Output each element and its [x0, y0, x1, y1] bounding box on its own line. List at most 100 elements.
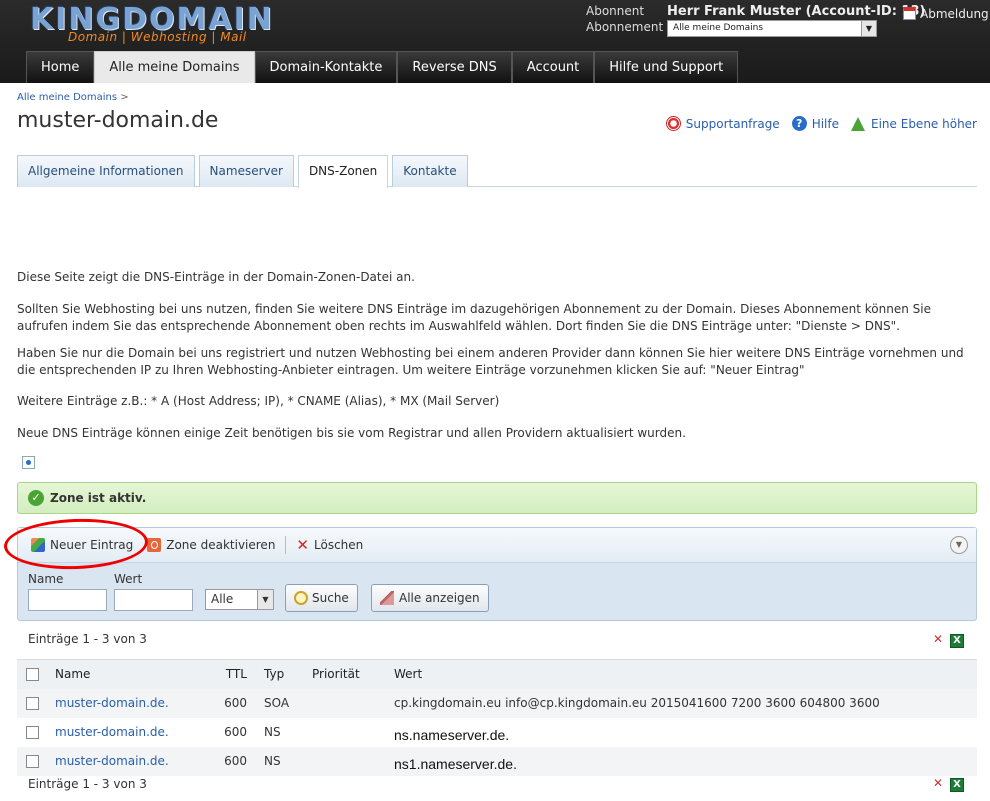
- info-paragraph: Sollten Sie Webhosting bei uns nutzen, f…: [17, 302, 931, 333]
- logout-icon: [903, 7, 916, 20]
- record-value: ns1.nameserver.de.: [394, 756, 517, 772]
- tab-allgemeine-informationen[interactable]: Allgemeine Informationen: [17, 155, 195, 187]
- search-icon: [294, 591, 308, 605]
- support-label: Supportanfrage: [685, 116, 780, 131]
- entries-count-bottom: Einträge 1 - 3 von 3: [28, 777, 147, 791]
- record-type: NS: [264, 725, 281, 739]
- record-ttl: 600: [224, 696, 247, 710]
- main-nav: Home Alle meine Domains Domain-Kontakte …: [26, 51, 739, 83]
- dns-records-table: Name TTL Typ Priorität Wert muster-domai…: [17, 659, 977, 776]
- abonnent-label: Abonnent: [586, 4, 645, 18]
- breadcrumb-link[interactable]: Alle meine Domains: [17, 92, 117, 103]
- row-checkbox[interactable]: [26, 755, 39, 768]
- row-checkbox[interactable]: [26, 697, 39, 710]
- table-header-row: Name TTL Typ Priorität Wert: [17, 659, 977, 689]
- column-header-ttl[interactable]: TTL: [212, 660, 247, 689]
- wert-filter-input[interactable]: [114, 589, 193, 611]
- nav-reverse-dns[interactable]: Reverse DNS: [397, 51, 512, 83]
- record-value: cp.kingdomain.eu info@cp.kingdomain.eu 2…: [394, 696, 880, 710]
- wert-filter-label: Wert: [114, 572, 143, 586]
- info-paragraph: Weitere Einträge z.B.: * A (Host Address…: [17, 394, 500, 408]
- record-name-link[interactable]: muster-domain.de.: [55, 747, 169, 776]
- logout-link[interactable]: Abmeldung: [903, 7, 989, 21]
- excel-export-icon[interactable]: X: [950, 778, 964, 792]
- dns-toolbar: Neuer Eintrag Zone deaktivieren ✕ Lösche…: [18, 528, 976, 563]
- abonnement-label: Abonnement: [586, 20, 664, 34]
- help-label: Hilfe: [811, 116, 840, 131]
- deactivate-zone-button[interactable]: Zone deaktivieren: [143, 533, 279, 557]
- record-type: SOA: [264, 696, 290, 710]
- header-bar: KINGDOMAIN Domain | Webhosting | Mail Ab…: [0, 0, 990, 83]
- column-header-prioritaet[interactable]: Priorität: [312, 660, 360, 689]
- help-icon: ?: [791, 116, 807, 131]
- table-tools-bottom: ✕ X: [933, 777, 964, 792]
- nav-home[interactable]: Home: [26, 51, 95, 83]
- top-actions: Supportanfrage ? Hilfe Eine Ebene höher: [665, 116, 977, 131]
- delete-label: Löschen: [314, 538, 364, 552]
- abonnement-select[interactable]: Alle meine Domains ▼: [667, 20, 877, 37]
- help-link[interactable]: ? Hilfe: [791, 116, 840, 131]
- tab-kontakte[interactable]: Kontakte: [392, 155, 468, 187]
- arrow-up-icon: [851, 116, 866, 131]
- close-icon: ✕: [296, 536, 309, 554]
- settings-tools-icon[interactable]: ✕: [933, 633, 944, 645]
- toolbar-divider: [285, 536, 287, 554]
- select-all-checkbox[interactable]: [26, 668, 39, 681]
- broom-icon: [380, 591, 394, 605]
- tab-nameserver[interactable]: Nameserver: [198, 155, 294, 187]
- nav-account[interactable]: Account: [511, 51, 595, 83]
- type-filter-select[interactable]: Alle ▼: [205, 589, 274, 610]
- info-paragraph: Haben Sie nur die Domain bei uns registr…: [17, 346, 964, 377]
- info-paragraph: Neue DNS Einträge können einige Zeit ben…: [17, 426, 686, 440]
- deactivate-zone-label: Zone deaktivieren: [166, 538, 276, 552]
- level-up-label: Eine Ebene höher: [871, 116, 977, 131]
- column-header-name[interactable]: Name: [55, 660, 90, 689]
- tab-dns-zonen[interactable]: DNS-Zonen: [297, 155, 389, 188]
- name-filter-label: Name: [28, 572, 64, 586]
- chevron-down-icon: ▼: [861, 21, 876, 36]
- search-button[interactable]: Suche: [285, 584, 358, 612]
- page-title: muster-domain.de: [17, 108, 219, 133]
- nav-domain-kontakte[interactable]: Domain-Kontakte: [254, 51, 398, 83]
- record-ttl: 600: [224, 725, 247, 739]
- row-checkbox[interactable]: [26, 726, 39, 739]
- account-user: Herr Frank Muster (Account-ID: 13): [667, 4, 926, 19]
- table-row: muster-domain.de. 600 NS ns1.nameserver.…: [17, 747, 977, 776]
- nav-alle-meine-domains[interactable]: Alle meine Domains: [94, 51, 255, 83]
- zone-status-bar: ✓ Zone ist aktiv.: [17, 482, 977, 514]
- zone-status-text: Zone ist aktiv.: [50, 491, 147, 505]
- search-label: Suche: [312, 591, 349, 605]
- checkmark-icon: ✓: [28, 490, 44, 506]
- edit-zone-icon[interactable]: [22, 456, 35, 469]
- table-row: muster-domain.de. 600 NS ns.nameserver.d…: [17, 718, 977, 747]
- table-row: muster-domain.de. 600 SOA cp.kingdomain.…: [17, 689, 977, 718]
- breadcrumb-separator: >: [120, 92, 129, 103]
- record-name-link[interactable]: muster-domain.de.: [55, 718, 169, 747]
- entries-count-top: Einträge 1 - 3 von 3: [28, 632, 147, 646]
- name-filter-input[interactable]: [28, 589, 107, 611]
- logo-tagline: Domain | Webhosting | Mail: [68, 30, 247, 44]
- abonnement-select-value: Alle meine Domains: [673, 23, 764, 33]
- info-paragraph: Diese Seite zeigt die DNS-Einträge in de…: [17, 270, 415, 284]
- logout-label: Abmeldung: [920, 7, 989, 21]
- level-up-link[interactable]: Eine Ebene höher: [851, 116, 977, 131]
- collapse-toggle[interactable]: ▼: [950, 536, 968, 554]
- power-icon: [147, 538, 162, 552]
- record-value: ns.nameserver.de.: [394, 727, 510, 743]
- lifebuoy-icon: [665, 116, 681, 131]
- domain-tabs: Allgemeine Informationen Nameserver DNS-…: [17, 155, 977, 188]
- column-header-wert[interactable]: Wert: [394, 660, 422, 689]
- settings-tools-icon[interactable]: ✕: [933, 777, 944, 789]
- record-ttl: 600: [224, 754, 247, 768]
- record-name-link[interactable]: muster-domain.de.: [55, 689, 169, 718]
- type-filter-value: Alle: [211, 592, 234, 606]
- chevron-down-icon: ▼: [257, 590, 273, 609]
- show-all-button[interactable]: Alle anzeigen: [371, 584, 489, 612]
- support-link[interactable]: Supportanfrage: [665, 116, 780, 131]
- excel-export-icon[interactable]: X: [950, 634, 964, 648]
- record-type: NS: [264, 754, 281, 768]
- nav-hilfe-und-support[interactable]: Hilfe und Support: [594, 51, 739, 83]
- show-all-label: Alle anzeigen: [399, 591, 480, 605]
- delete-button[interactable]: ✕ Löschen: [292, 533, 367, 557]
- column-header-typ[interactable]: Typ: [264, 660, 284, 689]
